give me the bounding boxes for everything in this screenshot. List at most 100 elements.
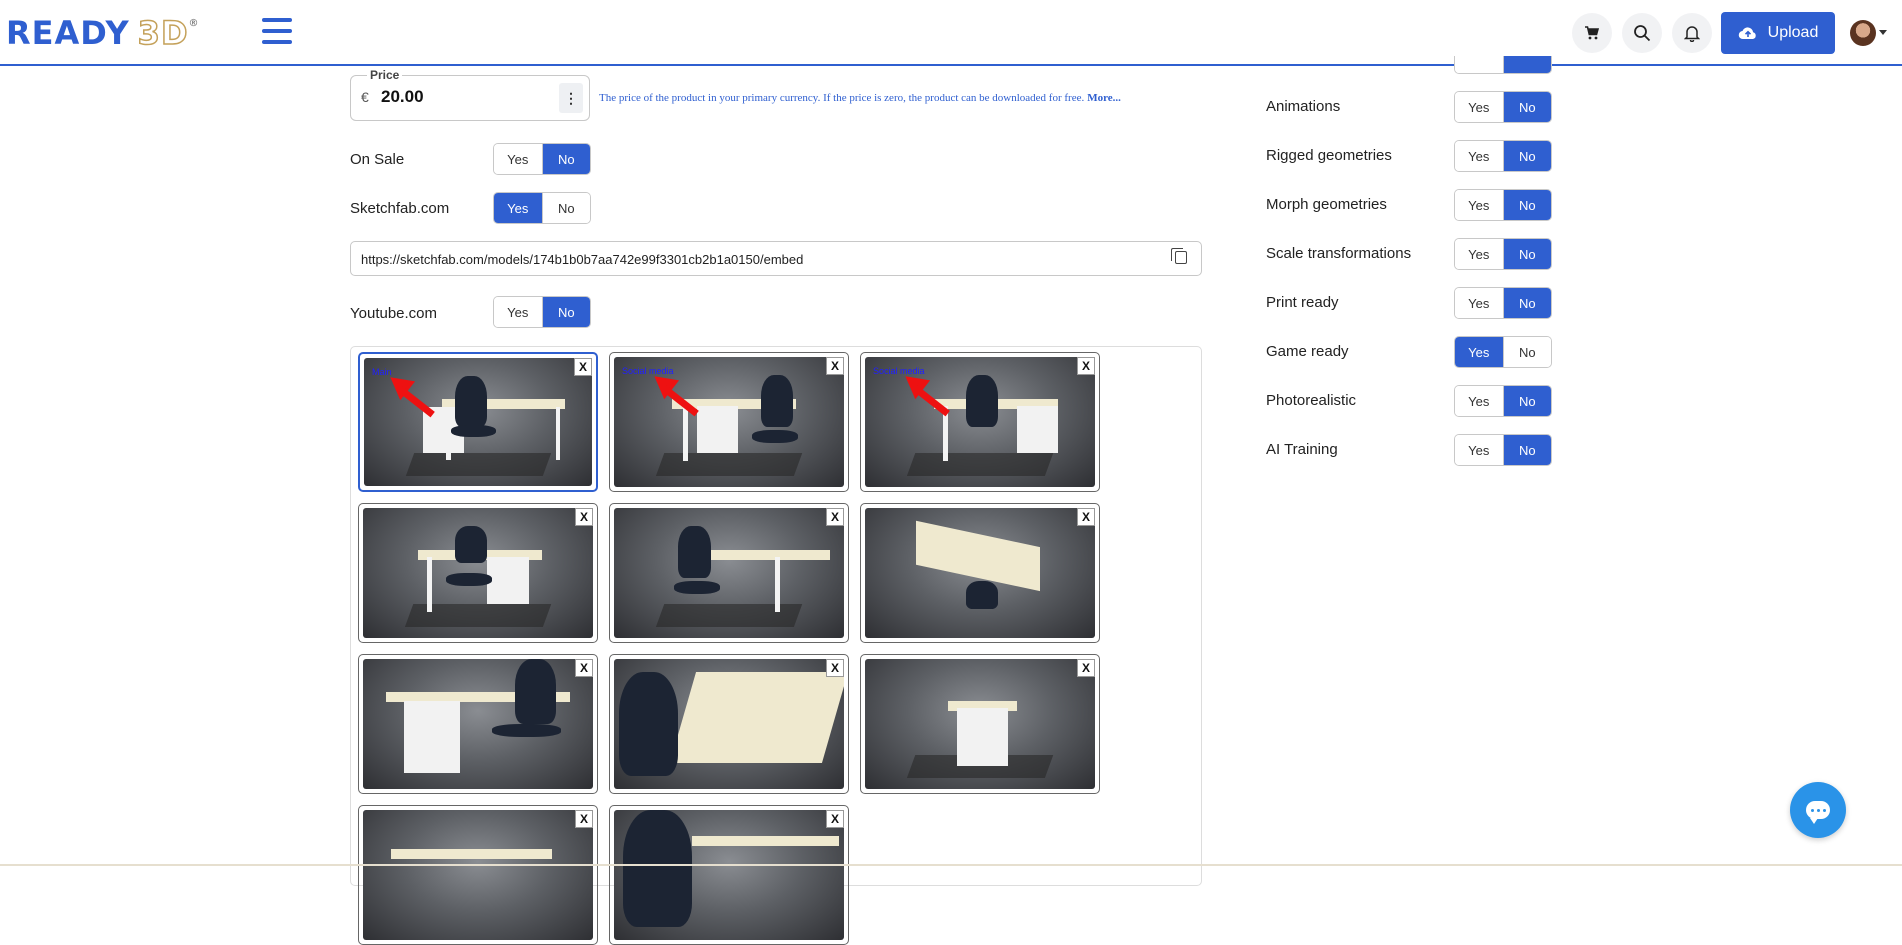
ai-training-yes[interactable]: Yes <box>1455 435 1503 465</box>
image-tag: Main <box>372 367 392 377</box>
animations-yes[interactable]: Yes <box>1455 92 1503 122</box>
remove-image-button[interactable]: X <box>826 508 844 526</box>
remove-image-button[interactable]: X <box>575 659 593 677</box>
price-field[interactable]: Price € 20.00 ⋮ <box>350 68 590 121</box>
sketchfab-url: https://sketchfab.com/models/174b1b0b7aa… <box>361 252 804 267</box>
chat-button[interactable] <box>1790 782 1846 838</box>
photorealistic-yes[interactable]: Yes <box>1455 386 1503 416</box>
print-ready-no[interactable]: No <box>1502 288 1551 318</box>
rigged-geometries-yes[interactable]: Yes <box>1455 141 1503 171</box>
print-ready-label: Print ready <box>1266 294 1339 311</box>
on-sale-no[interactable]: No <box>541 144 590 174</box>
gallery-thumbnail[interactable]: Social media X <box>609 352 849 492</box>
scale-transformations-label: Scale transformations <box>1266 245 1412 262</box>
cart-icon <box>1585 26 1600 40</box>
search-button[interactable] <box>1622 13 1662 53</box>
hamburger-menu-icon[interactable] <box>262 18 292 44</box>
gallery-thumbnail[interactable]: X <box>358 654 598 794</box>
remove-image-button[interactable]: X <box>575 508 593 526</box>
gallery-thumbnail[interactable]: X <box>358 805 598 945</box>
gallery-thumbnail[interactable]: X <box>860 503 1100 643</box>
remove-image-button[interactable]: X <box>1077 508 1095 526</box>
remove-image-button[interactable]: X <box>574 358 592 376</box>
upload-label: Upload <box>1767 24 1819 41</box>
kebab-menu-icon: ⋮ <box>564 89 578 106</box>
avatar[interactable] <box>1850 20 1876 46</box>
option-yes-partial[interactable] <box>1455 56 1503 73</box>
product-image <box>363 659 593 789</box>
gallery-thumbnail[interactable]: X <box>609 805 849 945</box>
gallery-thumbnail[interactable]: X <box>609 503 849 643</box>
sketchfab-url-field[interactable]: https://sketchfab.com/models/174b1b0b7aa… <box>350 241 1202 276</box>
photorealistic-label: Photorealistic <box>1266 392 1357 409</box>
game-ready-yes[interactable]: Yes <box>1455 337 1503 367</box>
animations-no[interactable]: No <box>1502 92 1551 122</box>
product-image <box>865 659 1095 789</box>
gallery-thumbnail[interactable]: X <box>358 503 598 643</box>
rigged-geometries-toggle: Yes No <box>1454 140 1552 172</box>
cart-button[interactable] <box>1572 13 1612 53</box>
animations-label: Animations <box>1266 98 1341 115</box>
ai-training-no[interactable]: No <box>1502 435 1551 465</box>
morph-geometries-no[interactable]: No <box>1502 190 1551 220</box>
print-ready-yes[interactable]: Yes <box>1455 288 1503 318</box>
price-input[interactable]: 20.00 <box>381 87 424 107</box>
remove-image-button[interactable]: X <box>1077 357 1095 375</box>
product-image: Social media <box>614 357 844 487</box>
gallery-thumbnail[interactable]: X <box>860 654 1100 794</box>
youtube-yes[interactable]: Yes <box>494 297 542 327</box>
photorealistic-no[interactable]: No <box>1502 386 1551 416</box>
remove-image-button[interactable]: X <box>826 810 844 828</box>
rigged-geometries-no[interactable]: No <box>1502 141 1551 171</box>
ready3d-logo[interactable]: READY 3D® <box>6 13 200 53</box>
on-sale-toggle: Yes No <box>493 143 591 175</box>
on-sale-yes[interactable]: Yes <box>494 144 542 174</box>
gallery-thumbnail[interactable]: Social media X <box>860 352 1100 492</box>
animations-toggle: Yes No <box>1454 91 1552 123</box>
copy-icon[interactable] <box>1171 248 1187 264</box>
game-ready-no[interactable]: No <box>1502 337 1551 367</box>
chevron-down-icon[interactable] <box>1879 30 1887 35</box>
product-image <box>363 810 593 940</box>
product-image <box>614 508 844 638</box>
scale-transformations-toggle: Yes No <box>1454 238 1552 270</box>
rigged-geometries-label: Rigged geometries <box>1266 147 1392 164</box>
scale-transformations-no[interactable]: No <box>1502 239 1551 269</box>
sketchfab-toggle: Yes No <box>493 192 591 224</box>
image-gallery: Main X Social media X Social media X X X… <box>350 346 1202 945</box>
price-label: Price <box>367 68 403 82</box>
price-help-text: The price of the product in your primary… <box>599 92 1121 104</box>
price-options-button[interactable]: ⋮ <box>559 83 583 113</box>
product-image <box>614 659 844 789</box>
gallery-thumbnail[interactable]: X <box>609 654 849 794</box>
morph-geometries-label: Morph geometries <box>1266 196 1387 213</box>
remove-image-button[interactable]: X <box>575 810 593 828</box>
option-no-partial[interactable] <box>1502 56 1551 73</box>
cloud-upload-icon <box>1738 27 1756 40</box>
product-image <box>363 508 593 638</box>
more-link[interactable]: More... <box>1087 92 1121 104</box>
sketchfab-no[interactable]: No <box>541 193 590 223</box>
on-sale-label: On Sale <box>350 151 405 168</box>
remove-image-button[interactable]: X <box>1077 659 1095 677</box>
photorealistic-toggle: Yes No <box>1454 385 1552 417</box>
search-icon <box>1634 25 1651 42</box>
scale-transformations-yes[interactable]: Yes <box>1455 239 1503 269</box>
notifications-button[interactable] <box>1672 13 1712 53</box>
bell-icon <box>1684 26 1700 42</box>
remove-image-button[interactable]: X <box>826 357 844 375</box>
top-header: READY 3D® Upload <box>0 0 1902 66</box>
product-image: Social media <box>865 357 1095 487</box>
sketchfab-yes[interactable]: Yes <box>494 193 542 223</box>
game-ready-toggle: Yes No <box>1454 336 1552 368</box>
product-image <box>614 810 844 940</box>
sketchfab-label: Sketchfab.com <box>350 200 450 217</box>
morph-geometries-yes[interactable]: Yes <box>1455 190 1503 220</box>
upload-button[interactable]: Upload <box>1721 12 1835 54</box>
youtube-no[interactable]: No <box>541 297 590 327</box>
gallery-thumbnail[interactable]: Main X <box>358 352 598 492</box>
print-ready-toggle: Yes No <box>1454 287 1552 319</box>
remove-image-button[interactable]: X <box>826 659 844 677</box>
currency-symbol: € <box>361 89 369 105</box>
chat-icon <box>1806 801 1830 824</box>
